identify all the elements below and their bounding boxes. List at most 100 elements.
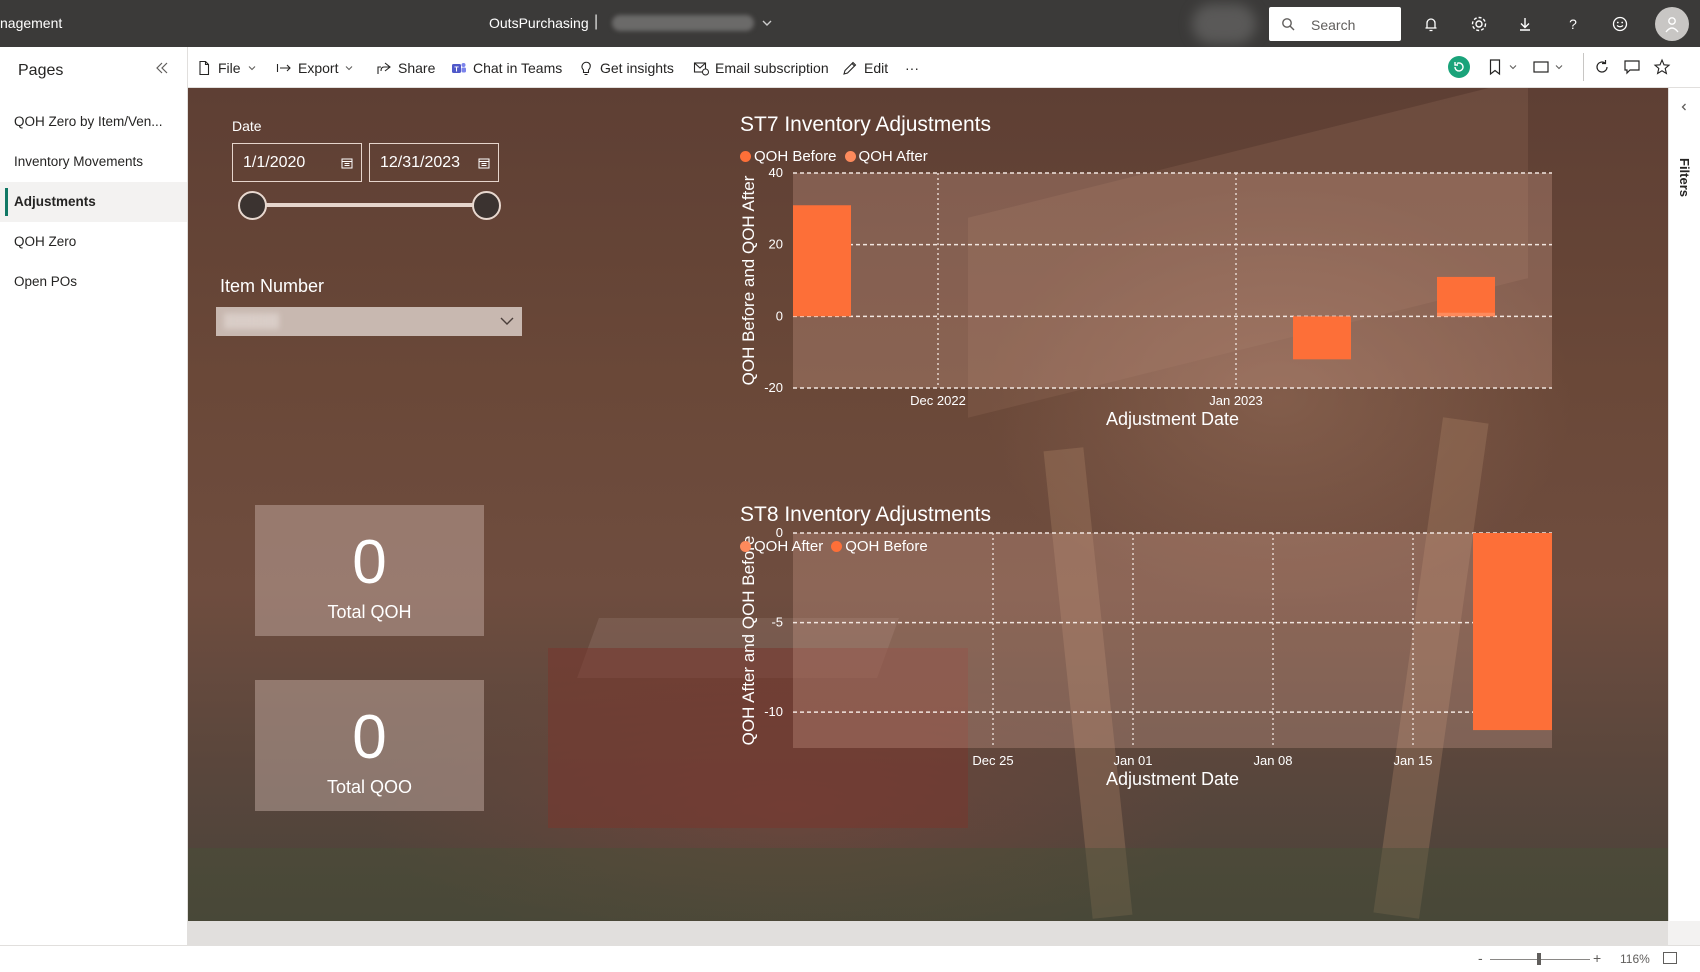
date-range-start-handle[interactable] [237,191,267,220]
edit-label: Edit [864,60,889,76]
legend-item[interactable]: QOH After [740,538,823,555]
more-options-button[interactable]: ··· [905,58,919,78]
y-tick-label: -5 [771,615,783,630]
redacted-element [1192,4,1256,44]
y-tick-label: -20 [764,380,783,395]
legend-dot [740,541,751,552]
y-tick-label: 20 [769,237,783,252]
date-start-value: 1/1/2020 [243,154,306,171]
search-placeholder: Search [1311,17,1356,33]
filters-label[interactable]: Filters [1677,158,1692,197]
legend-item[interactable]: QOH After [844,148,928,165]
page-item-qoh-zero-by-item[interactable]: QOH Zero by Item/Ven... [0,102,187,142]
app-title[interactable]: nagement [0,15,62,31]
edit-button[interactable]: Edit [842,58,888,78]
page-item-inventory-movements[interactable]: Inventory Movements [0,142,187,182]
bell-icon[interactable] [1421,14,1441,34]
x-axis-title: Adjustment Date [1106,409,1239,429]
legend-label: QOH Before [845,538,928,555]
chevron-down-icon [500,317,514,325]
zoom-slider-thumb[interactable] [1537,953,1541,965]
date-range-end-handle[interactable] [471,191,501,220]
report-canvas: Date 1/1/2020 12/31/2023 Item Number ███… [188,88,1668,921]
st8-plot-area: 0-5-10Dec 25 Jan 01 Jan 08 Jan 15Adjustment… [739,525,1552,789]
total-qoh-value: 0 [352,528,387,597]
workspace-name[interactable]: OutsPurchasing [489,15,589,31]
total-qoo-card[interactable]: 0 Total QOO [255,680,484,811]
email-subscription-button[interactable]: Email subscription [693,58,829,78]
legend-dot [740,151,751,162]
export-menu-button[interactable]: Export [276,58,354,78]
share-button[interactable]: Share [376,58,435,78]
calendar-icon[interactable] [478,157,490,169]
help-icon[interactable]: ? [1563,14,1583,34]
refresh-status-icon[interactable] [1448,56,1470,78]
chart-title: ST8 Inventory Adjustments [740,503,991,526]
x-tick-label: Dec 2022 [910,393,966,408]
date-end-input[interactable]: 12/31/2023 [369,143,499,182]
email-label: Email subscription [715,60,829,76]
file-label: File [218,60,241,76]
chevron-left-icon[interactable] [1679,102,1689,112]
page-item-open-pos[interactable]: Open POs [0,262,187,302]
collapse-double-chevron-icon[interactable] [154,60,170,76]
export-arrow-icon [276,64,291,72]
user-icon [1665,17,1679,33]
feedback-smiley-icon[interactable] [1610,14,1630,34]
y-tick-label: -10 [764,704,783,719]
page-item-qoh-zero[interactable]: QOH Zero [0,222,187,262]
st7-adjustments-chart[interactable]: 40 20 0 -20 Dec 2022 Jan 2023 Adjustment Date Q… [739,113,1640,463]
get-insights-button[interactable]: Get insights [578,58,674,78]
chart-legend: QOH Before QOH After [740,148,928,165]
file-menu-button[interactable]: File [196,58,257,78]
filters-pane-collapsed[interactable]: Filters [1668,88,1700,921]
chevron-down-icon[interactable] [1508,62,1518,72]
download-icon[interactable] [1515,14,1535,34]
status-bar: - + 116% [0,945,1700,972]
ellipsis-icon: ··· [905,60,919,76]
comment-icon[interactable] [1623,58,1641,76]
zoom-in-button[interactable]: + [1593,950,1601,966]
legend-item[interactable]: QOH Before [740,148,837,165]
calendar-icon[interactable] [341,157,353,169]
st8-adjustments-chart[interactable]: 0 -5 -10 Dec 25 Jan 01 Jan 08 Jan 15 Adjustment… [739,503,1640,853]
teams-icon: T [452,63,466,74]
chat-in-teams-button[interactable]: T Chat in Teams [451,58,562,78]
share-icon [377,62,391,74]
bookmark-icon[interactable] [1486,58,1504,76]
bar [1437,312,1495,317]
zoom-out-button[interactable]: - [1478,950,1483,966]
plot-background [793,533,1552,748]
file-icon [199,60,210,76]
page-item-adjustments[interactable]: Adjustments [0,182,187,222]
item-number-label: Item Number [220,276,325,296]
date-start-input[interactable]: 1/1/2020 [232,143,362,182]
horizontal-scrollbar[interactable] [188,921,1668,945]
report-name-redacted[interactable] [612,15,754,31]
legend-item[interactable]: QOH Before [831,538,928,555]
total-qoo-value: 0 [352,703,387,772]
fit-to-page-icon[interactable] [1663,952,1677,964]
background-photo-ground [188,848,1668,921]
legend-label: QOH After [858,148,928,165]
y-axis-title: QOH Before and QOH After [739,175,758,385]
search-box[interactable]: Search [1269,7,1401,41]
user-avatar[interactable] [1655,7,1689,41]
refresh-icon[interactable] [1593,58,1611,76]
pages-title: Pages [18,62,64,79]
svg-text:?: ? [1569,16,1577,32]
svg-text:T: T [454,67,459,74]
toolbar-divider [1583,53,1584,81]
x-tick-label: Jan 08 [1253,753,1292,768]
top-app-bar: nagement OutsPurchasing | Search ? [0,0,1700,47]
item-number-dropdown[interactable]: ██████ [216,307,522,336]
x-tick-label: Jan 15 [1393,753,1432,768]
chevron-down-icon[interactable] [760,16,774,30]
date-range-slider-track[interactable] [252,203,486,207]
view-icon[interactable] [1532,58,1550,76]
bar [1473,533,1552,731]
chevron-down-icon[interactable] [1554,62,1564,72]
total-qoh-card[interactable]: 0 Total QOH [255,505,484,636]
star-favorite-icon[interactable] [1653,58,1671,76]
gear-icon[interactable] [1469,14,1489,34]
